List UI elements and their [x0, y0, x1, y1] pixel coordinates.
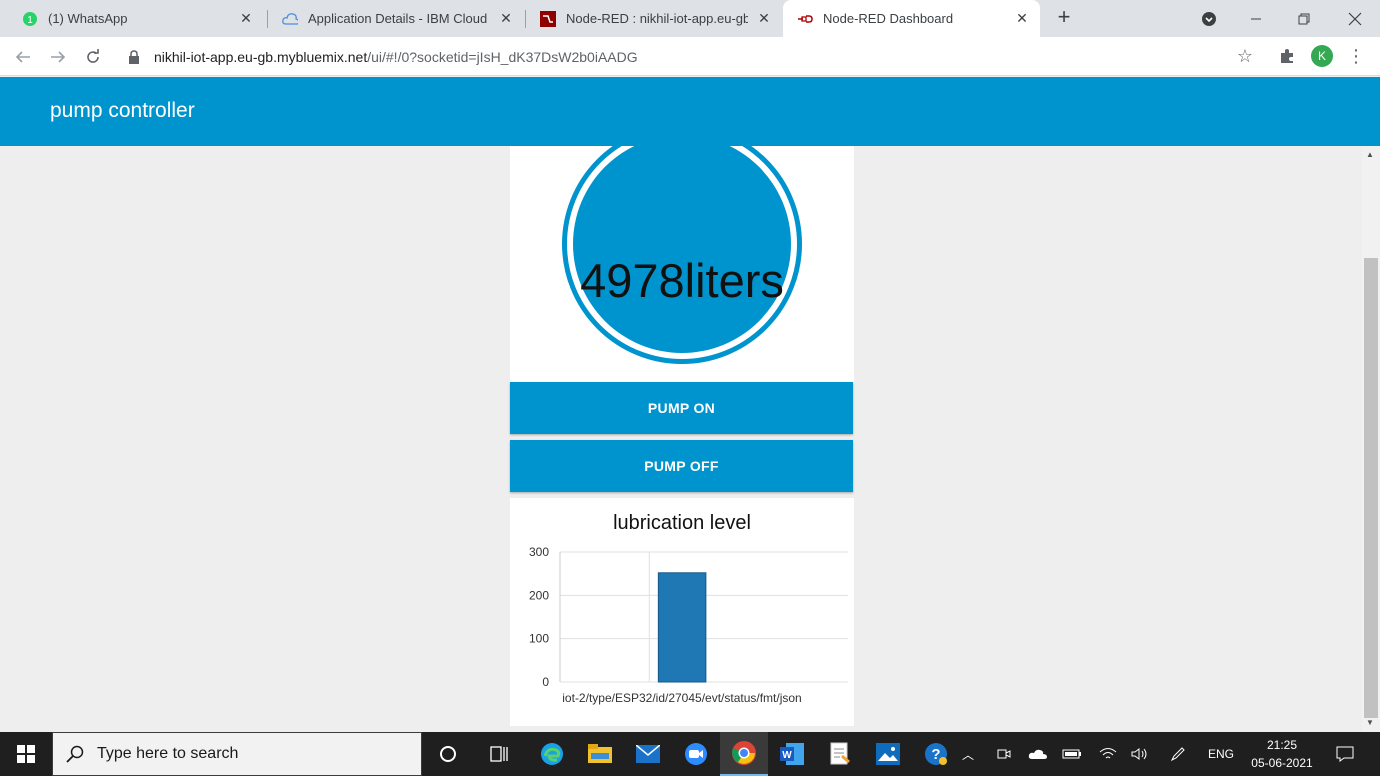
cloud-icon: [282, 11, 298, 27]
back-arrow-icon[interactable]: [11, 45, 35, 69]
minimize-icon[interactable]: [1233, 0, 1279, 37]
help-question-icon[interactable]: ?: [912, 732, 960, 776]
pump-on-button[interactable]: PUMP ON: [510, 382, 853, 434]
x-tick-label: iot-2/type/ESP32/id/27045/evt/status/fmt…: [562, 691, 801, 705]
taskbar-search-box[interactable]: Type here to search: [52, 732, 422, 776]
url-host: nikhil-iot-app.eu-gb.mybluemix.net: [154, 48, 368, 65]
close-icon[interactable]: ✕: [498, 10, 514, 27]
chrome-icon[interactable]: [720, 732, 768, 776]
y-tick-label: 100: [529, 632, 549, 646]
level-gauge-card: 4978liters: [510, 146, 854, 382]
tab-title: (1) WhatsApp: [48, 11, 128, 26]
windows-taskbar: Type here to search W ? ︿ ENG 21:25 05-0…: [0, 732, 1380, 776]
tab-search-icon[interactable]: [1186, 0, 1232, 37]
tab-title: Node-RED : nikhil-iot-app.eu-gb.: [566, 11, 748, 26]
language-indicator[interactable]: ENG: [1204, 732, 1238, 776]
notifications-icon[interactable]: [1330, 732, 1360, 776]
windows-start-icon[interactable]: [0, 732, 52, 776]
taskbar-clock[interactable]: 21:25 05-06-2021: [1242, 736, 1322, 772]
svg-text:1: 1: [27, 15, 33, 26]
y-tick-label: 0: [542, 675, 549, 689]
zoom-icon[interactable]: [672, 732, 720, 776]
node-red-icon: [540, 10, 556, 27]
mail-icon[interactable]: [624, 732, 672, 776]
tab-ibm-cloud[interactable]: Application Details - IBM Cloud ✕: [268, 0, 524, 37]
tab-title: Node-RED Dashboard: [823, 11, 954, 26]
task-view-icon[interactable]: [476, 732, 524, 776]
scroll-down-arrow-icon[interactable]: ▼: [1366, 718, 1374, 727]
word-icon[interactable]: W: [768, 732, 816, 776]
profile-avatar[interactable]: K: [1311, 45, 1333, 67]
battery-icon[interactable]: [1060, 732, 1084, 776]
reload-icon[interactable]: [81, 45, 105, 69]
bar: [657, 572, 707, 683]
dashboard-content: 4978liters PUMP ON PUMP OFF lubrication …: [0, 146, 1362, 732]
page-scrollbar[interactable]: ▲ ▼: [1362, 146, 1380, 732]
page-title: pump controller: [50, 99, 195, 122]
scroll-up-arrow-icon[interactable]: ▲: [1366, 150, 1374, 159]
notepad-document-icon[interactable]: [816, 732, 864, 776]
whatsapp-icon: 1: [22, 11, 38, 27]
address-bar[interactable]: nikhil-iot-app.eu-gb.mybluemix.net/ui/#!…: [116, 41, 1266, 72]
browser-tab-strip: 1 (1) WhatsApp ✕ Application Details - I…: [0, 0, 1380, 37]
edge-icon[interactable]: [528, 732, 576, 776]
forward-arrow-icon[interactable]: [46, 45, 70, 69]
tab-whatsapp[interactable]: 1 (1) WhatsApp ✕: [8, 0, 264, 37]
photos-icon[interactable]: [864, 732, 912, 776]
close-icon[interactable]: ✕: [1014, 10, 1030, 27]
pump-off-button[interactable]: PUMP OFF: [510, 440, 853, 492]
level-gauge-value: 4978liters: [580, 254, 784, 307]
pen-icon[interactable]: [1166, 732, 1190, 776]
lubrication-chart-card: lubrication level 0 100 200 300 iot-2/type/E…: [510, 498, 854, 726]
new-tab-plus-icon[interactable]: +: [1052, 6, 1076, 30]
dashboard-header: pump controller: [0, 77, 1380, 146]
onedrive-cloud-icon[interactable]: [1026, 732, 1050, 776]
meet-now-icon[interactable]: [992, 732, 1016, 776]
level-gauge-fill: [573, 146, 791, 353]
volume-icon[interactable]: [1128, 732, 1152, 776]
close-window-icon[interactable]: [1332, 0, 1378, 37]
scrollbar-thumb[interactable]: [1364, 258, 1378, 718]
search-icon: [53, 745, 97, 763]
y-tick-label: 200: [529, 588, 549, 602]
file-explorer-icon[interactable]: [576, 732, 624, 776]
extensions-puzzle-icon[interactable]: [1276, 45, 1298, 67]
show-hidden-icons-chevron-icon[interactable]: ︿: [956, 732, 980, 776]
wifi-icon[interactable]: [1096, 732, 1120, 776]
node-red-flow-icon: [797, 11, 813, 27]
cortana-icon[interactable]: [424, 732, 472, 776]
close-icon[interactable]: ✕: [238, 10, 254, 27]
clock-date: 05-06-2021: [1251, 756, 1313, 770]
browser-toolbar: nikhil-iot-app.eu-gb.mybluemix.net/ui/#!…: [0, 37, 1380, 76]
close-icon[interactable]: ✕: [756, 10, 772, 27]
tab-title: Application Details - IBM Cloud: [308, 11, 488, 26]
lock-icon: [128, 49, 144, 64]
url-path: /ui/#!/0?socketid=jIsH_dK37DsW2b0iAADG: [367, 48, 638, 65]
y-tick-label: 300: [529, 545, 549, 559]
tab-node-red[interactable]: Node-RED : nikhil-iot-app.eu-gb. ✕: [526, 0, 782, 37]
svg-text:W: W: [782, 750, 792, 761]
tab-node-red-dashboard[interactable]: Node-RED Dashboard ✕: [783, 0, 1040, 37]
more-menu-icon[interactable]: ⋮: [1347, 45, 1365, 67]
lubrication-bar-chart: 0 100 200 300 iot-2/type/ESP32/id/27045/evt/…: [529, 545, 848, 705]
restore-icon[interactable]: [1281, 0, 1327, 37]
bookmark-star-icon[interactable]: ☆: [1234, 45, 1256, 67]
search-placeholder: Type here to search: [97, 745, 239, 762]
clock-time: 21:25: [1266, 738, 1298, 752]
